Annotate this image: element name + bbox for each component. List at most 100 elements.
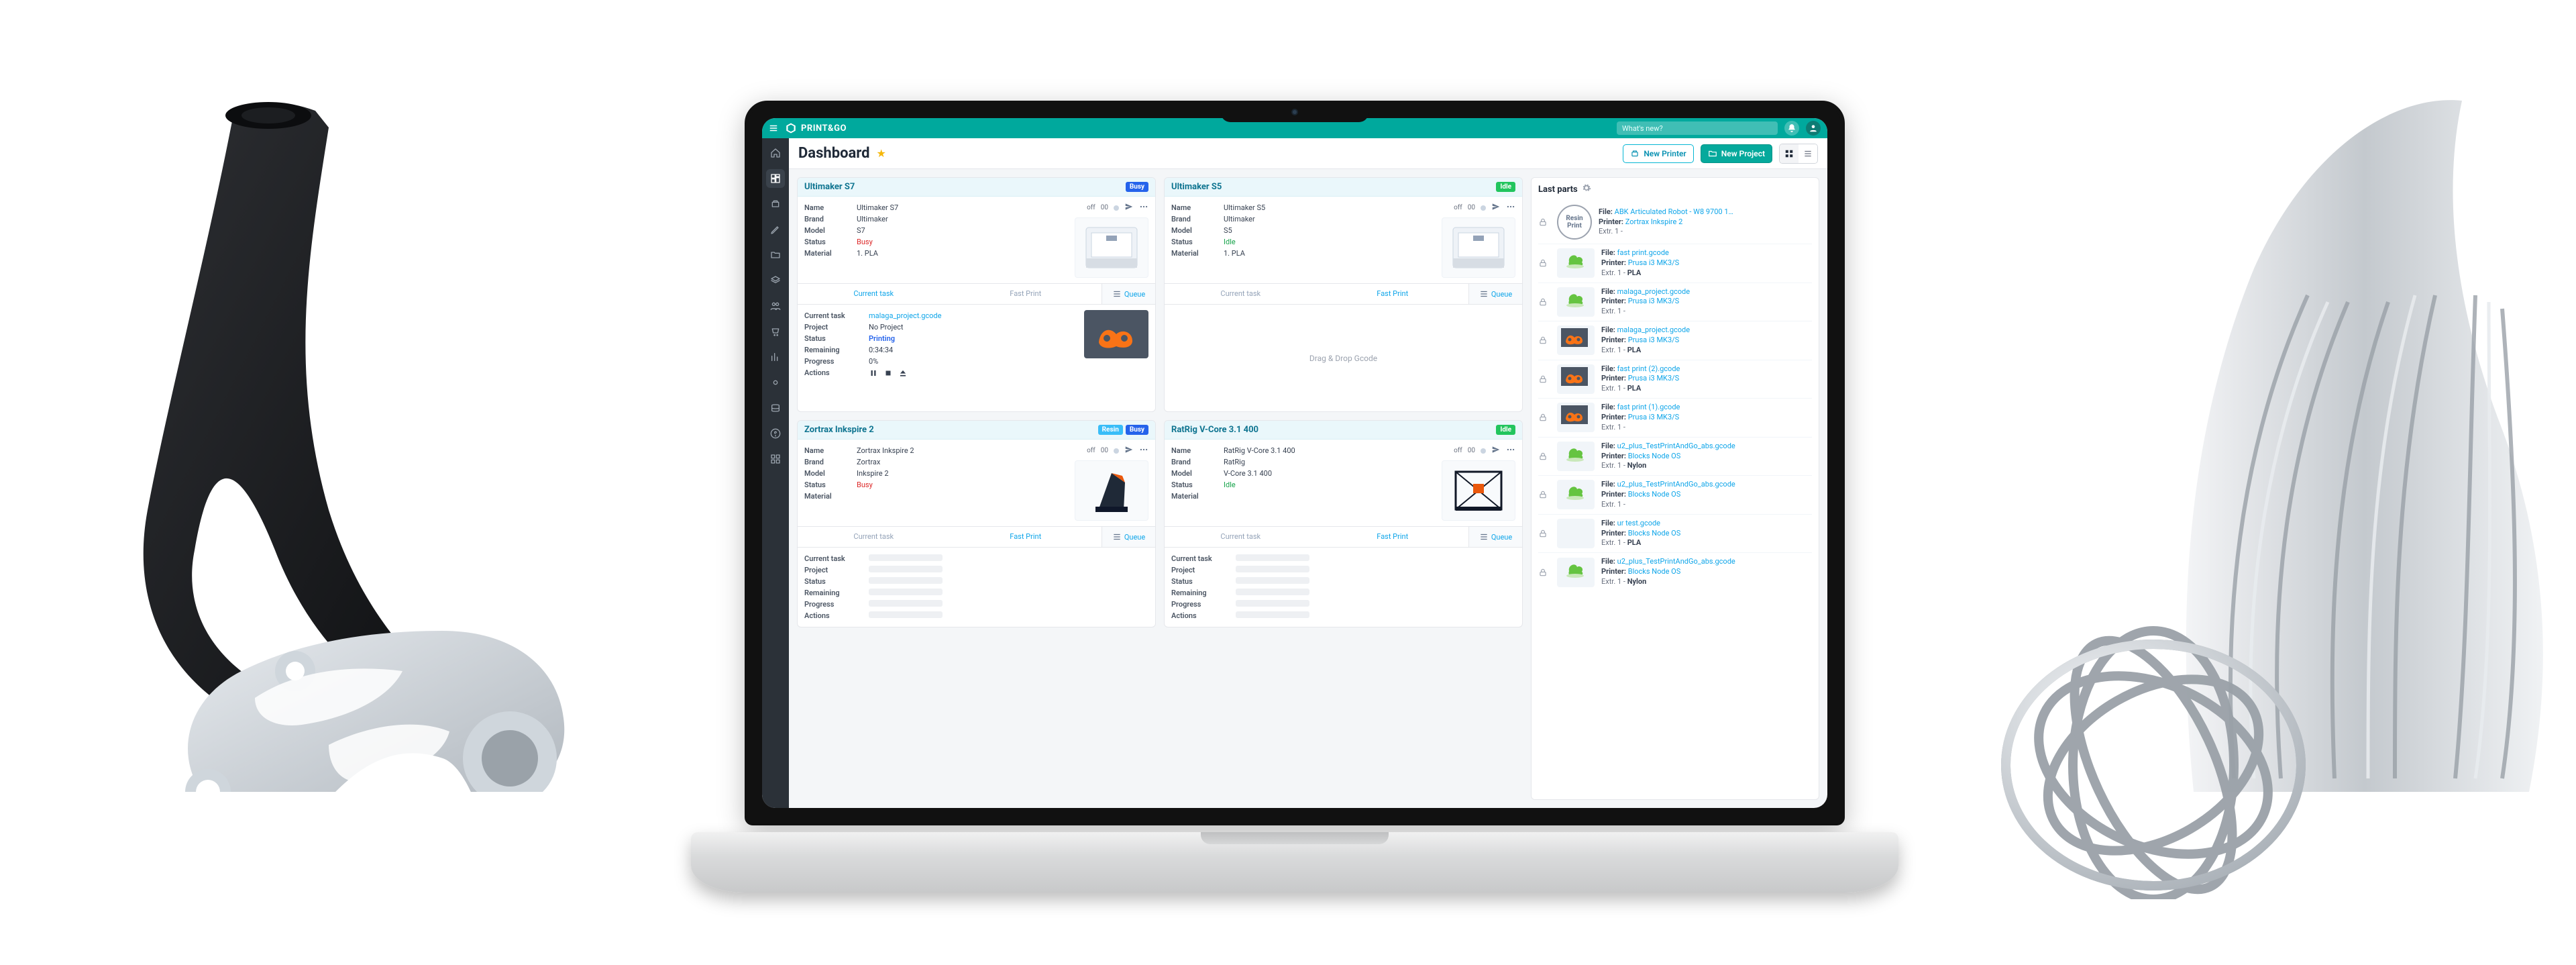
- pause-icon[interactable]: [869, 368, 878, 378]
- lock-icon: [1538, 374, 1550, 384]
- last-part-row[interactable]: File: u2_plus_TestPrintAndGo_abs.gcode P…: [1538, 437, 1812, 476]
- stop-icon[interactable]: [883, 368, 893, 378]
- tab-fast-print[interactable]: Fast Print: [950, 284, 1102, 304]
- last-parts-panel: Last parts ResinPrint File: ABK Articula…: [1531, 177, 1819, 800]
- search-input[interactable]: [1617, 121, 1778, 135]
- grid-view-icon[interactable]: [1780, 144, 1799, 163]
- tab-fast-print[interactable]: Fast Print: [1317, 284, 1469, 304]
- nav-settings[interactable]: [766, 373, 785, 392]
- tab-current-task[interactable]: Current task: [1165, 284, 1317, 304]
- nav-database[interactable]: [766, 399, 785, 417]
- tab-current-task[interactable]: Current task: [1165, 527, 1317, 547]
- printer-title[interactable]: Zortrax Inkspire 2: [804, 425, 874, 435]
- part-thumb: [1557, 442, 1595, 471]
- last-part-row[interactable]: File: fast print.gcode Printer: Prusa i3…: [1538, 244, 1812, 283]
- thumb-printer-sq: [1075, 217, 1148, 278]
- printer-title[interactable]: Ultimaker S7: [804, 182, 855, 192]
- thumb-printer-sq: [1442, 217, 1515, 278]
- last-part-row[interactable]: File: fast print (1).gcode Printer: Prus…: [1538, 398, 1812, 437]
- send-icon[interactable]: [1124, 445, 1134, 456]
- tab-current-task[interactable]: Current task: [798, 527, 950, 547]
- queue-button[interactable]: Queue: [1468, 527, 1522, 547]
- nav-pen[interactable]: [766, 220, 785, 239]
- avatar[interactable]: [1806, 121, 1821, 136]
- send-icon[interactable]: [1124, 202, 1134, 213]
- view-toggle[interactable]: [1779, 144, 1818, 164]
- menu-icon[interactable]: [769, 123, 778, 133]
- more-icon[interactable]: [1506, 445, 1515, 456]
- last-part-row[interactable]: File: u2_plus_TestPrintAndGo_abs.gcode P…: [1538, 475, 1812, 514]
- eject-icon[interactable]: [898, 368, 908, 378]
- decor-3d-lattice-sphere: [1979, 617, 2328, 899]
- lock-icon: [1538, 258, 1550, 268]
- queue-button[interactable]: Queue: [1102, 284, 1155, 304]
- logo-icon: [785, 122, 797, 134]
- dropzone[interactable]: Drag & Drop Gcode: [1165, 304, 1522, 411]
- tab-current-task[interactable]: Current task: [798, 284, 950, 304]
- more-icon[interactable]: [1139, 445, 1148, 456]
- lock-icon: [1538, 336, 1550, 345]
- more-icon[interactable]: [1506, 202, 1515, 213]
- part-thumb: [1557, 519, 1595, 548]
- printer-card-ultimaker-s5: Ultimaker S5 Idle NameUltimaker S5 Brand…: [1164, 177, 1523, 412]
- send-icon[interactable]: [1491, 202, 1501, 213]
- extruder-status: off00: [1087, 202, 1148, 213]
- task-thumb: [1084, 310, 1148, 358]
- printer-card-ultimaker-s7: Ultimaker S7 Busy NameUltimaker S7 Brand…: [797, 177, 1156, 412]
- lock-icon: [1538, 217, 1550, 227]
- printer-grid: Ultimaker S7 Busy NameUltimaker S7 Brand…: [797, 177, 1523, 800]
- page-header: Dashboard ★ New Printer New Project: [789, 138, 1827, 169]
- list-view-icon[interactable]: [1799, 144, 1817, 163]
- tab-fast-print[interactable]: Fast Print: [950, 527, 1102, 547]
- extruder-status: off00: [1087, 445, 1148, 456]
- task-skeleton: Current taskProjectStatusRemainingProgre…: [1165, 547, 1522, 627]
- nav-chart[interactable]: [766, 348, 785, 366]
- last-part-row[interactable]: File: malaga_project.gcode Printer: Prus…: [1538, 283, 1812, 321]
- part-thumb: [1557, 480, 1595, 509]
- queue-button[interactable]: Queue: [1102, 527, 1155, 547]
- last-parts-title: Last parts: [1538, 185, 1578, 195]
- printer-title[interactable]: RatRig V-Core 3.1 400: [1171, 425, 1258, 435]
- part-thumb: [1557, 248, 1595, 278]
- queue-button[interactable]: Queue: [1468, 284, 1522, 304]
- new-printer-button[interactable]: New Printer: [1623, 144, 1693, 163]
- lock-icon: [1538, 452, 1550, 461]
- send-icon[interactable]: [1491, 445, 1501, 456]
- brand-text: PRINT&GO: [801, 123, 847, 134]
- last-part-row[interactable]: File: ur test.gcode Printer: Blocks Node…: [1538, 514, 1812, 553]
- lock-icon: [1538, 490, 1550, 499]
- last-part-row[interactable]: File: u2_plus_TestPrintAndGo_abs.gcode P…: [1538, 552, 1812, 591]
- decor-3d-bracket: [87, 81, 570, 792]
- nav-folder[interactable]: [766, 246, 785, 264]
- task-skeleton: Current taskProjectStatusRemainingProgre…: [798, 547, 1155, 627]
- extruder-status: off00: [1454, 445, 1515, 456]
- star-icon[interactable]: ★: [877, 147, 886, 160]
- nav-help[interactable]: [766, 424, 785, 443]
- part-thumb: [1557, 287, 1595, 317]
- more-icon[interactable]: [1139, 202, 1148, 213]
- part-thumb: [1557, 558, 1595, 587]
- nav-dashboard[interactable]: [766, 169, 785, 188]
- last-part-row[interactable]: File: fast print (2).gcode Printer: Prus…: [1538, 360, 1812, 399]
- new-project-label: New Project: [1721, 149, 1765, 158]
- page-title: Dashboard: [798, 145, 870, 162]
- notifications-icon[interactable]: [1784, 121, 1799, 136]
- part-thumb: [1557, 403, 1595, 432]
- nav-cart[interactable]: [766, 322, 785, 341]
- part-thumb: [1557, 325, 1595, 355]
- printer-title[interactable]: Ultimaker S5: [1171, 182, 1222, 192]
- tab-fast-print[interactable]: Fast Print: [1317, 527, 1469, 547]
- last-part-row[interactable]: ResinPrint File: ABK Articulated Robot -…: [1538, 201, 1812, 244]
- task-file[interactable]: malaga_project.gcode: [869, 311, 941, 320]
- nav-grid[interactable]: [766, 450, 785, 468]
- lock-icon: [1538, 413, 1550, 422]
- nav-home[interactable]: [766, 144, 785, 162]
- nav-printers[interactable]: [766, 195, 785, 213]
- nav-layers[interactable]: [766, 271, 785, 290]
- new-project-button[interactable]: New Project: [1701, 144, 1772, 163]
- gear-icon[interactable]: [1582, 183, 1591, 195]
- last-part-row[interactable]: File: malaga_project.gcode Printer: Prus…: [1538, 321, 1812, 360]
- extruder-status: off00: [1454, 202, 1515, 213]
- nav-users[interactable]: [766, 297, 785, 315]
- printer-card-ratrig-vcore-31-400: RatRig V-Core 3.1 400 Idle NameRatRig V-…: [1164, 420, 1523, 627]
